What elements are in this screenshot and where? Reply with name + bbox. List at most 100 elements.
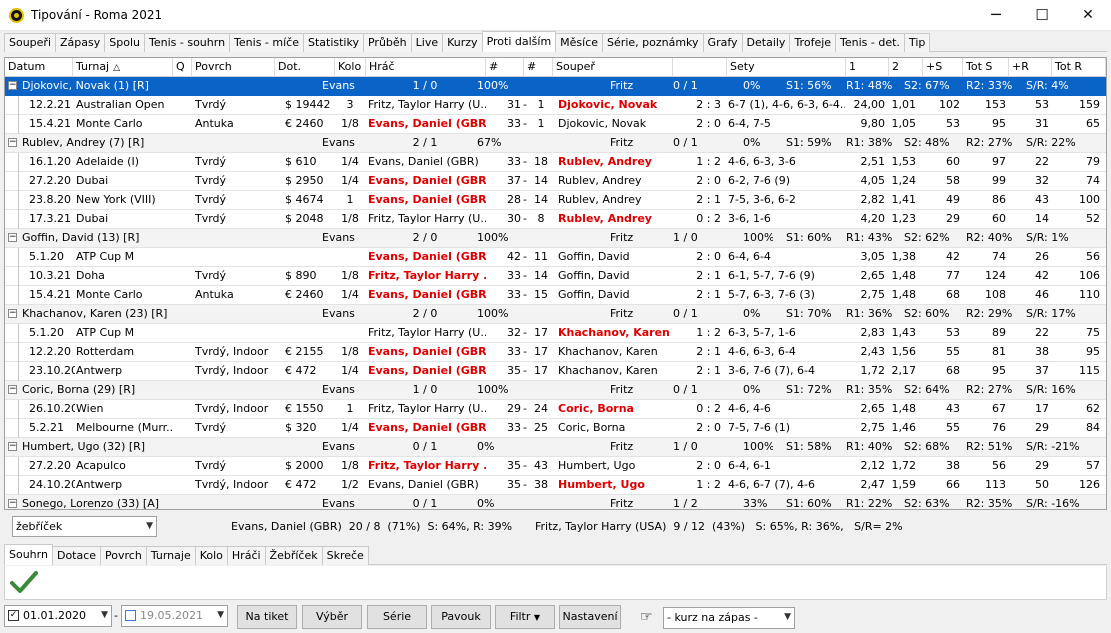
settings-button[interactable]: Nastavení: [559, 605, 621, 629]
group-row[interactable]: − Humbert, Ugo (32) [R] Evans 0 / 1 0% Fritz 1…: [5, 438, 1106, 457]
group-row[interactable]: − Goffin, David (13) [R] Evans 2 / 0 100% Fri…: [5, 229, 1106, 248]
column-header-11[interactable]: Sety: [727, 58, 846, 77]
column-header-13[interactable]: 2: [889, 58, 923, 77]
column-header-6[interactable]: Hráč: [366, 58, 486, 77]
match-sets: 6-4, 6-1: [728, 459, 771, 472]
match-row[interactable]: 5.1.20 ATP Cup M Evans, Daniel (GBR) 42-11 G…: [5, 248, 1106, 267]
bottom-tab-1[interactable]: Dotace: [51, 546, 102, 565]
tab-4[interactable]: Tenis - míče: [229, 33, 304, 52]
bottom-tab-3[interactable]: Turnaje: [145, 546, 196, 565]
tab-2[interactable]: Spolu: [104, 33, 145, 52]
tab-6[interactable]: Průběh: [362, 33, 412, 52]
match-tot-r: 110: [1079, 288, 1100, 301]
column-header-16[interactable]: +R: [1009, 58, 1052, 77]
collapse-icon[interactable]: −: [8, 81, 17, 90]
column-header-0[interactable]: Datum: [5, 58, 73, 77]
match-row[interactable]: 5.2.21 Melbourne (Murr... Tvrdý $ 320 1/4 Eva…: [5, 419, 1106, 438]
match-tot-s: 76: [992, 421, 1006, 434]
date-from-checkbox[interactable]: ✓: [8, 610, 19, 621]
minimize-button[interactable]: ─: [973, 0, 1019, 31]
match-row[interactable]: 15.4.21 Monte Carlo Antuka € 2460 1/4 Evans, …: [5, 286, 1106, 305]
tab-7[interactable]: Live: [410, 33, 444, 52]
group-row[interactable]: − Coric, Borna (29) [R] Evans 1 / 0 100% Frit…: [5, 381, 1106, 400]
close-button[interactable]: ✕: [1065, 0, 1111, 31]
tab-12[interactable]: Grafy: [702, 33, 743, 52]
bottom-tab-0[interactable]: Souhrn: [4, 544, 53, 565]
collapse-icon[interactable]: −: [8, 385, 17, 394]
match-sets: 6-2, 7-6 (9): [728, 174, 791, 187]
match-row[interactable]: 16.1.20 Adelaide (I) Tvrdý $ 610 1/4 Evans, D…: [5, 153, 1106, 172]
tab-8[interactable]: Kurzy: [442, 33, 483, 52]
series-button[interactable]: Série: [367, 605, 427, 629]
match-row[interactable]: 12.2.20 Rotterdam Tvrdý, Indoor € 2155 1/8 Ev…: [5, 343, 1106, 362]
match-row[interactable]: 27.2.20 Acapulco Tvrdý $ 2000 1/8 Fritz, Tayl…: [5, 457, 1106, 476]
tab-5[interactable]: Statistiky: [302, 33, 364, 52]
date-to-checkbox[interactable]: [125, 610, 136, 621]
date-from-picker[interactable]: ✓ 01.01.2020 ▼: [4, 605, 112, 627]
tab-10[interactable]: Měsíce: [555, 33, 604, 52]
column-header-17[interactable]: Tot R: [1052, 58, 1106, 77]
group-player-a-pct: 100%: [477, 383, 509, 396]
collapse-icon[interactable]: −: [8, 499, 17, 508]
tab-9[interactable]: Proti dalším: [481, 31, 557, 52]
odds-combo[interactable]: - kurz na zápas - ▼: [663, 607, 795, 629]
match-opponent: Rublev, Andrey: [558, 212, 652, 225]
group-row[interactable]: − Rublev, Andrey (7) [R] Evans 2 / 1 67% Frit…: [5, 134, 1106, 153]
match-row[interactable]: 27.2.20 Dubai Tvrdý $ 2950 1/4 Evans, Daniel …: [5, 172, 1106, 191]
bottom-tab-6[interactable]: Žebříček: [264, 546, 323, 565]
group-row[interactable]: − Khachanov, Karen (23) [R] Evans 2 / 0 100%…: [5, 305, 1106, 324]
tab-16[interactable]: Tip: [903, 33, 931, 52]
column-header-14[interactable]: +S: [923, 58, 963, 77]
column-header-2[interactable]: Q: [173, 58, 192, 77]
match-row[interactable]: 17.3.21 Dubai Tvrdý $ 2048 1/8 Fritz, Taylor …: [5, 210, 1106, 229]
tab-3[interactable]: Tenis - souhrn: [144, 33, 231, 52]
maximize-button[interactable]: ☐: [1019, 0, 1065, 31]
group-row[interactable]: − Sonego, Lorenzo (33) [A] Evans 0 / 1 0% Fri…: [5, 495, 1106, 509]
tab-1[interactable]: Zápasy: [55, 33, 106, 52]
match-score: 1 : 2: [696, 478, 721, 491]
select-button[interactable]: Výběr: [302, 605, 362, 629]
date-to-picker[interactable]: 19.05.2021 ▼: [121, 605, 228, 627]
column-header-5[interactable]: Kolo: [335, 58, 366, 77]
tab-15[interactable]: Tenis - det.: [835, 33, 905, 52]
match-row[interactable]: 15.4.21 Monte Carlo Antuka € 2460 1/8 Evans, …: [5, 115, 1106, 134]
tab-14[interactable]: Trofeje: [789, 33, 837, 52]
collapse-icon[interactable]: −: [8, 138, 17, 147]
bottom-tab-2[interactable]: Povrch: [100, 546, 147, 565]
match-plus-r: 22: [1035, 326, 1049, 339]
bottom-tab-4[interactable]: Kolo: [194, 546, 228, 565]
match-row[interactable]: 12.2.21 Australian Open Tvrdý $ 19442 3 Fritz…: [5, 96, 1106, 115]
column-header-1[interactable]: Turnaj △: [73, 58, 173, 77]
match-row[interactable]: 10.3.21 Doha Tvrdý $ 890 1/8 Fritz, Taylor Ha…: [5, 267, 1106, 286]
ticket-button[interactable]: Na tiket: [237, 605, 297, 629]
column-header-10[interactable]: [673, 58, 727, 77]
tab-13[interactable]: Detaily: [741, 33, 791, 52]
collapse-icon[interactable]: −: [8, 309, 17, 318]
column-header-15[interactable]: Tot S: [963, 58, 1009, 77]
match-row[interactable]: 23.10.20 Antwerp Tvrdý, Indoor € 472 1/4 Evan…: [5, 362, 1106, 381]
column-header-7[interactable]: #: [486, 58, 524, 77]
column-header-8[interactable]: #: [524, 58, 553, 77]
column-header-4[interactable]: Dot.: [275, 58, 335, 77]
tab-0[interactable]: Soupeři: [4, 33, 57, 52]
match-row[interactable]: 5.1.20 ATP Cup M Fritz, Taylor Harry (U...…: [5, 324, 1106, 343]
rank-separator: -: [523, 402, 527, 415]
filter-button[interactable]: Filtr ▼: [495, 605, 555, 629]
match-row[interactable]: 24.10.20 Antwerp Tvrdý, Indoor € 472 1/2 Evan…: [5, 476, 1106, 495]
match-row[interactable]: 26.10.20 Wien Tvrdý, Indoor € 1550 1 Fritz, T…: [5, 400, 1106, 419]
match-row[interactable]: 23.8.20 New York (VIII) Tvrdý $ 4674 1 Evans,…: [5, 191, 1106, 210]
ranking-combo[interactable]: žebříček ▼: [12, 516, 157, 537]
bottom-tab-5[interactable]: Hráči: [226, 546, 266, 565]
collapse-icon[interactable]: −: [8, 442, 17, 451]
tab-11[interactable]: Série, poznámky: [602, 33, 704, 52]
column-header-12[interactable]: 1: [846, 58, 889, 77]
match-plus-s: 53: [946, 326, 960, 339]
bottom-tab-7[interactable]: Skreče: [321, 546, 369, 565]
column-header-3[interactable]: Povrch: [192, 58, 275, 77]
group-row[interactable]: − Djokovic, Novak (1) [R] Evans 1 / 0 100% Fr…: [5, 77, 1106, 96]
bracket-button[interactable]: Pavouk: [431, 605, 491, 629]
column-header-label: Q: [176, 60, 185, 73]
column-header-9[interactable]: Soupeř: [553, 58, 673, 77]
group-r1: R1: 43%: [846, 231, 893, 244]
collapse-icon[interactable]: −: [8, 233, 17, 242]
